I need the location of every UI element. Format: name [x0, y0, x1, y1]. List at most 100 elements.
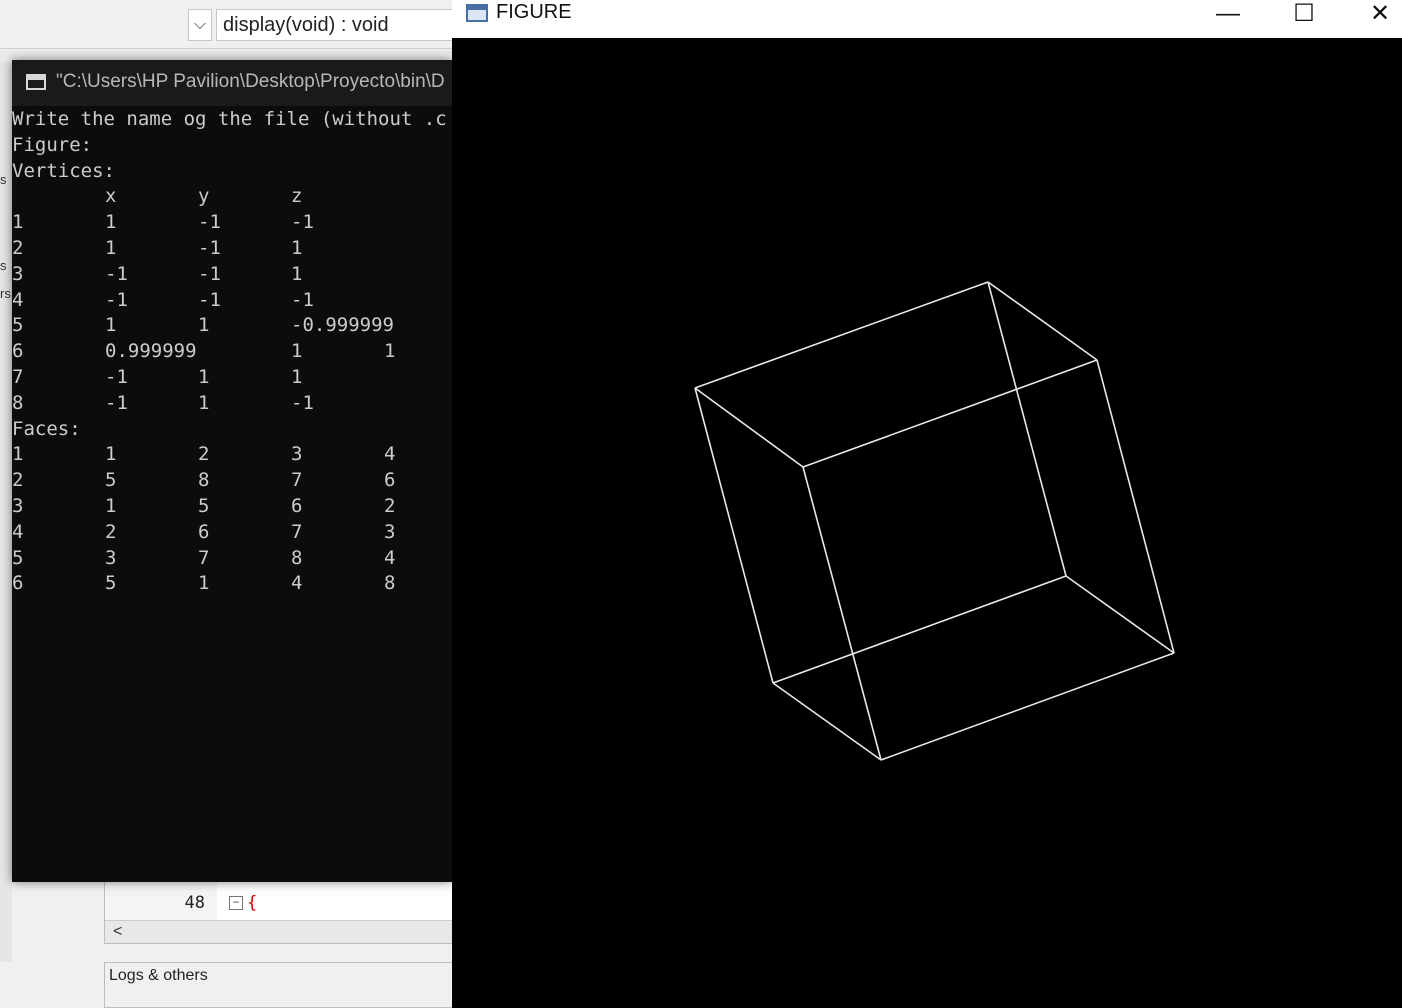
console-cell: 1 — [291, 365, 303, 388]
console-cell: 1 — [105, 211, 117, 234]
console-cell: 1 — [12, 211, 24, 234]
left-panel-letter: rs — [0, 286, 11, 301]
console-cell: 6 — [12, 572, 24, 595]
console-cell: 2 — [105, 520, 117, 543]
console-cell: 4 — [291, 572, 303, 595]
face-row: 4 2 6 7 3 — [12, 521, 452, 547]
console-cell: 5 — [105, 572, 117, 595]
left-panel-letter: s — [0, 258, 7, 273]
minimize-button[interactable]: — — [1197, 0, 1259, 30]
console-output: Write the name og the file (without .c F… — [12, 108, 452, 598]
console-cell: -1 — [105, 262, 128, 285]
scroll-left-icon[interactable]: < — [113, 921, 122, 943]
console-cell: 3 — [12, 494, 24, 517]
vertex-row: 2 1 -1 1 — [12, 237, 452, 263]
left-panel-letter: s — [0, 172, 7, 187]
horizontal-scrollbar[interactable]: < — [105, 920, 453, 943]
figure-label: Figure: — [12, 133, 93, 156]
console-cell: 6 — [198, 520, 210, 543]
cube-edge — [772, 682, 882, 761]
console-titlebar[interactable]: "C:\Users\HP Pavilion\Desktop\Proyecto\b… — [12, 60, 452, 106]
class-dropdown-button[interactable]: ⌵ — [188, 9, 212, 41]
console-cell: 1 — [105, 236, 117, 259]
vertex-row: 4 -1 -1 -1 — [12, 289, 452, 315]
function-combo[interactable]: display(void) : void — [216, 9, 456, 41]
figure-app-icon — [466, 4, 488, 22]
console-cell: 1 — [105, 494, 117, 517]
cube-edge — [694, 387, 804, 468]
console-cell: -1 — [105, 288, 128, 311]
header-x: x — [105, 185, 117, 208]
console-cell: -1 — [198, 262, 221, 285]
figure-window[interactable]: FIGURE — ☐ ✕ — [452, 0, 1402, 1008]
console-cell: 3 — [291, 443, 303, 466]
fold-icon[interactable]: − — [229, 896, 243, 910]
console-cell: -1 — [198, 288, 221, 311]
console-prompt-line: Write the name og the file (without .c — [12, 108, 452, 134]
cube-edge — [694, 281, 989, 389]
console-cell: 0.999999 — [105, 340, 197, 363]
console-cell: 3 — [384, 520, 396, 543]
console-cell: 2 — [384, 494, 396, 517]
console-cell: 1 — [198, 391, 210, 414]
figure-canvas[interactable] — [452, 38, 1402, 1008]
code-text: { — [247, 893, 258, 913]
vertex-row: 8 -1 1 -1 — [12, 392, 452, 418]
console-cell: 7 — [12, 365, 24, 388]
console-window[interactable]: "C:\Users\HP Pavilion\Desktop\Proyecto\b… — [12, 60, 452, 882]
face-row: 2 5 8 7 6 — [12, 469, 452, 495]
cube-edge — [987, 281, 1067, 577]
console-cell: 1 — [12, 443, 24, 466]
maximize-button[interactable]: ☐ — [1273, 0, 1335, 30]
vertex-header-row: x y z — [12, 185, 452, 211]
console-cell: 1 — [198, 365, 210, 388]
console-cell: -1 — [105, 391, 128, 414]
console-title: "C:\Users\HP Pavilion\Desktop\Proyecto\b… — [56, 71, 445, 92]
console-prompt: Write the name og the file (without .c — [12, 108, 447, 130]
console-cell: 1 — [105, 314, 117, 337]
console-cell: 5 — [12, 314, 24, 337]
console-cell: -1 — [291, 391, 314, 414]
console-cell: 8 — [291, 546, 303, 569]
vertex-row: 1 1 -1 -1 — [12, 211, 452, 237]
console-cell: -1 — [105, 365, 128, 388]
console-cell: 1 — [291, 340, 303, 363]
header-z: z — [291, 185, 303, 208]
console-cell: 3 — [12, 262, 24, 285]
console-line: Vertices: — [12, 160, 452, 186]
close-button[interactable]: ✕ — [1349, 0, 1402, 30]
face-row: 5 3 7 8 4 — [12, 547, 452, 573]
cube-edge — [772, 575, 1067, 684]
logs-panel: Logs & others — [104, 962, 454, 1008]
console-cell: 8 — [198, 469, 210, 492]
console-cell: 8 — [384, 572, 396, 595]
console-cell: 6 — [384, 469, 396, 492]
vertex-row: 3 -1 -1 1 — [12, 263, 452, 289]
vertex-row: 7 -1 1 1 — [12, 366, 452, 392]
console-line: Figure: — [12, 134, 452, 160]
logs-tab[interactable]: Logs & others — [109, 967, 208, 985]
ide-toolbar: ⌵ display(void) : void — [0, 0, 456, 49]
cube-edge — [1065, 575, 1175, 654]
face-row: 6 5 1 4 8 — [12, 572, 452, 598]
console-cell: 7 — [198, 546, 210, 569]
console-cell: 5 — [105, 469, 117, 492]
console-cell: 1 — [291, 262, 303, 285]
console-cell: 6 — [291, 494, 303, 517]
console-cell: 1 — [384, 340, 396, 363]
console-cell: 4 — [384, 546, 396, 569]
console-cell: 7 — [291, 469, 303, 492]
console-cell: 8 — [12, 391, 24, 414]
console-cell: 5 — [12, 546, 24, 569]
console-cell: 6 — [12, 340, 24, 363]
console-cell: 3 — [105, 546, 117, 569]
console-cell: 1 — [198, 314, 210, 337]
console-line: Faces: — [12, 418, 452, 444]
cube-edge — [802, 466, 882, 761]
console-cell: 1 — [198, 572, 210, 595]
console-cell: -1 — [198, 236, 221, 259]
console-cell: 1 — [291, 236, 303, 259]
line-number: 48 — [184, 893, 205, 913]
figure-titlebar[interactable]: FIGURE — ☐ ✕ — [452, 0, 1402, 38]
console-cell: 4 — [384, 443, 396, 466]
